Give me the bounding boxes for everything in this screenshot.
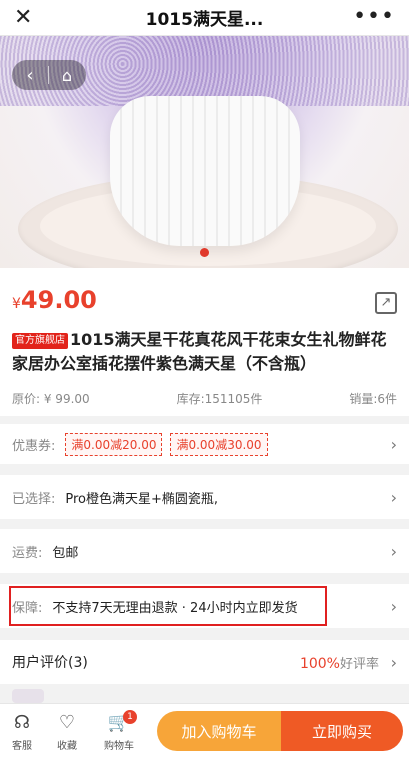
carousel-indicator-dot — [200, 248, 209, 257]
back-home-pill: ‹ ⌂ — [12, 60, 86, 90]
page-title: 1015满天星... — [145, 10, 264, 30]
selected-label: 已选择: — [12, 491, 56, 507]
positive-rate-percent: 100% — [299, 655, 340, 672]
highlight-box — [9, 586, 327, 626]
headset-icon: ☊ — [14, 712, 30, 733]
cart-button[interactable]: 🛒 1 购物车 — [99, 710, 139, 752]
coupon-item[interactable]: 满0.00减30.00 — [170, 432, 268, 456]
close-icon[interactable]: ✕ — [14, 5, 32, 31]
bottom-action-bar: ☊ 客服 ♡ 收藏 🛒 1 购物车 加入购物车 立即购买 — [0, 703, 409, 765]
positive-rate: 100%好评率 — [300, 653, 379, 672]
service-label: 客服 — [12, 741, 32, 752]
shop-tag-badge: 官方旗舰店 — [12, 333, 68, 349]
heart-icon: ♡ — [58, 712, 76, 733]
shipping-row[interactable]: 运费: 包邮 › — [0, 529, 409, 573]
chevron-right-icon: › — [390, 541, 397, 561]
top-nav-bar: ✕ 1015满天星... ••• — [0, 0, 409, 36]
chevron-right-icon: › — [390, 434, 397, 454]
more-options-icon[interactable]: ••• — [353, 4, 395, 30]
buy-now-button[interactable]: 立即购买 — [281, 711, 403, 751]
selected-value: Pro橙色满天星+椭圆瓷瓶, — [65, 491, 219, 507]
reviews-title: 用户评价(3) — [12, 655, 88, 671]
cart-count-badge: 1 — [123, 710, 137, 724]
product-info-panel: ¥49.00 ↗ 官方旗舰店 1015满天星干花真花风干花束女生礼物鲜花家居办公室… — [0, 268, 409, 416]
favorite-label: 收藏 — [57, 741, 77, 752]
product-image-carousel[interactable]: ‹ ⌂ — [0, 36, 409, 268]
sales-count: 销量:6件 — [349, 392, 397, 406]
service-button[interactable]: ☊ 客服 — [2, 712, 42, 752]
product-title: 官方旗舰店 1015满天星干花真花风干花束女生礼物鲜花家居办公室插花摆件紫色满天星… — [12, 328, 397, 376]
favorite-button[interactable]: ♡ 收藏 — [47, 712, 87, 752]
chevron-right-icon: › — [390, 652, 397, 672]
back-icon[interactable]: ‹ — [12, 65, 48, 86]
shipping-label: 运费: — [12, 545, 43, 561]
cart-label: 购物车 — [104, 741, 134, 752]
reviews-row[interactable]: 用户评价(3) 100%好评率 › — [0, 640, 409, 684]
currency-symbol: ¥ — [12, 296, 21, 312]
coupon-label: 优惠券: — [12, 438, 56, 454]
chevron-right-icon: › — [390, 596, 397, 616]
shipping-value: 包邮 — [52, 545, 79, 561]
coupon-row[interactable]: 优惠券: 满0.00减20.00 满0.00减30.00 › — [0, 424, 409, 464]
review-thumbnail — [12, 689, 44, 703]
share-icon[interactable]: ↗ — [375, 292, 397, 314]
home-icon[interactable]: ⌂ — [49, 66, 85, 85]
vase-image — [110, 96, 300, 246]
positive-rate-label: 好评率 — [339, 656, 379, 672]
stock-count: 库存:151105件 — [176, 392, 263, 406]
chevron-right-icon: › — [390, 487, 397, 507]
coupon-item[interactable]: 满0.00减20.00 — [65, 432, 163, 456]
price-value: 49.00 — [20, 286, 97, 314]
add-to-cart-button[interactable]: 加入购物车 — [157, 711, 281, 751]
original-price: 原价: ¥ 99.00 — [12, 392, 90, 406]
product-stats: 原价: ¥ 99.00 库存:151105件 销量:6件 — [12, 390, 397, 407]
product-title-text: 1015满天星干花真花风干花束女生礼物鲜花家居办公室插花摆件紫色满天星（不含瓶） — [12, 330, 387, 373]
price: ¥49.00 — [12, 286, 97, 314]
selected-spec-row[interactable]: 已选择: Pro橙色满天星+椭圆瓷瓶, › — [0, 475, 409, 519]
